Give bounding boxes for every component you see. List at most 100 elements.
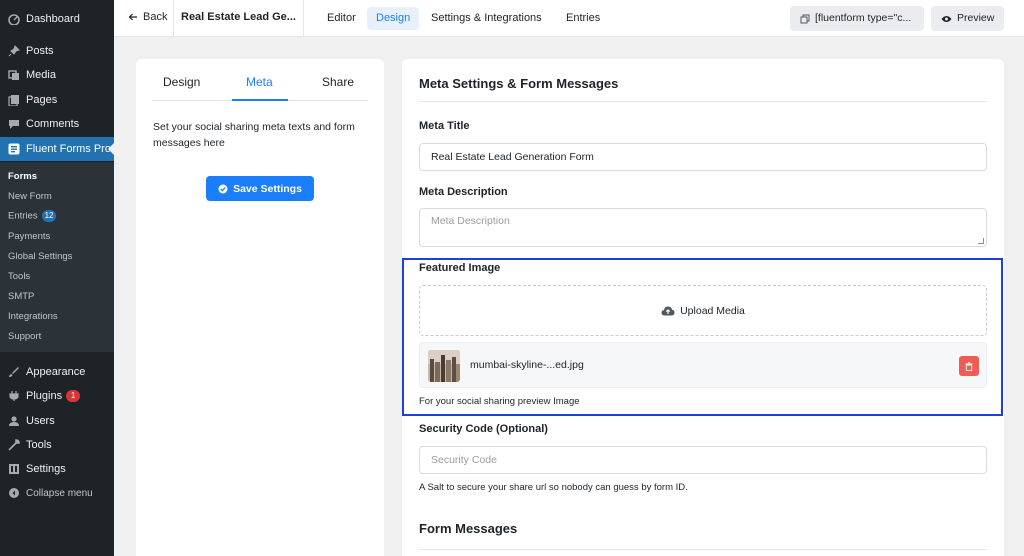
security-code-label: Security Code (Optional) [419, 423, 548, 435]
tab-meta-settings[interactable]: Meta [246, 75, 273, 89]
wp-menu-label: Settings [26, 463, 66, 475]
wp-menu-tools[interactable]: Tools [0, 433, 114, 457]
comment-icon [7, 118, 20, 131]
check-circle-icon [218, 184, 228, 194]
wp-menu-fluent-forms[interactable]: Fluent Forms Pro [0, 137, 114, 161]
save-settings-label: Save Settings [233, 182, 302, 195]
entries-count-badge: 12 [41, 210, 57, 222]
trash-icon [965, 361, 973, 371]
eye-icon [941, 15, 952, 23]
submenu-payments[interactable]: Payments [8, 231, 50, 242]
heading-divider [419, 101, 987, 102]
fluent-forms-submenu: Forms New Form Entries 12 Payments Global… [0, 162, 114, 352]
fluent-forms-icon [7, 143, 20, 156]
delete-image-button[interactable] [959, 356, 979, 376]
wp-menu-plugins[interactable]: Plugins 1 [0, 384, 114, 408]
resize-handle[interactable] [978, 238, 984, 244]
submenu-integrations[interactable]: Integrations [8, 311, 58, 322]
meta-description-placeholder: Meta Description [431, 215, 510, 227]
wp-menu-label: Dashboard [26, 13, 80, 25]
wp-menu-posts[interactable]: Posts [0, 39, 114, 63]
featured-image-highlight [402, 258, 1003, 416]
tab-design[interactable]: Design [367, 7, 420, 30]
cloud-upload-icon [661, 306, 675, 316]
active-tab-indicator [232, 99, 288, 101]
pushpin-icon [7, 45, 20, 58]
wp-menu-label: Appearance [26, 366, 86, 378]
wp-menu-label: Plugins [26, 390, 63, 402]
form-title: Real Estate Lead Ge... [181, 11, 296, 23]
dashboard-icon [7, 13, 20, 26]
wp-menu-label: Collapse menu [26, 487, 93, 499]
upload-media-dropzone[interactable]: Upload Media [419, 285, 987, 336]
media-icon [7, 69, 20, 82]
wp-menu-dashboard[interactable]: Dashboard [0, 7, 114, 31]
tab-settings-integrations[interactable]: Settings & Integrations [422, 7, 551, 30]
topbar-divider [173, 0, 174, 37]
wp-menu-media[interactable]: Media [0, 63, 114, 87]
security-code-help: A Salt to secure your share url so nobod… [419, 482, 688, 493]
wp-menu-appearance[interactable]: Appearance [0, 360, 114, 384]
back-button[interactable]: Back [128, 11, 167, 23]
wrench-icon [7, 439, 20, 452]
settings-icon [7, 463, 20, 476]
form-editor-topbar: Back Real Estate Lead Ge... Editor Desig… [114, 0, 1024, 37]
meta-description-textarea[interactable]: Meta Description [419, 208, 987, 247]
submenu-forms[interactable]: Forms [8, 171, 37, 182]
settings-left-panel: Design Meta Share Set your social sharin… [136, 59, 384, 556]
submenu-global-settings[interactable]: Global Settings [8, 251, 72, 262]
user-icon [7, 415, 20, 428]
meta-title-label: Meta Title [419, 120, 470, 132]
wp-admin-sidebar: Dashboard Posts Media Pages Comments Flu… [0, 0, 114, 556]
submenu-entries-label: Entries [8, 210, 38, 222]
form-messages-divider [419, 549, 987, 550]
submenu-smtp[interactable]: SMTP [8, 291, 34, 302]
preview-label: Preview [957, 12, 995, 24]
uploaded-file-row: mumbai-skyline-...ed.jpg [419, 342, 987, 388]
image-thumbnail [428, 350, 460, 382]
wp-menu-users[interactable]: Users [0, 409, 114, 433]
preview-button[interactable]: Preview [931, 6, 1004, 31]
featured-image-help: For your social sharing preview Image [419, 396, 580, 407]
wp-menu-label: Comments [26, 118, 80, 130]
meta-description-label: Meta Description [419, 186, 508, 198]
submenu-entries[interactable]: Entries 12 [8, 210, 57, 222]
wp-menu-label: Users [26, 415, 55, 427]
upload-media-label: Upload Media [680, 304, 745, 317]
back-label: Back [143, 11, 168, 23]
arrow-left-icon [128, 12, 138, 22]
wp-menu-label: Pages [26, 94, 58, 106]
security-code-input[interactable]: Security Code [419, 446, 987, 474]
tab-share-settings[interactable]: Share [322, 75, 354, 89]
plugin-icon [7, 390, 20, 403]
wp-collapse-menu[interactable]: Collapse menu [0, 481, 114, 505]
wp-menu-label: Fluent Forms Pro [26, 143, 111, 155]
meta-settings-panel: Meta Settings & Form Messages Meta Title… [402, 59, 1004, 556]
paintbrush-icon [7, 366, 20, 379]
wp-menu-comments[interactable]: Comments [0, 112, 114, 136]
copy-icon [800, 14, 810, 24]
meta-title-input[interactable]: Real Estate Lead Generation Form [419, 143, 987, 171]
shortcode-text: [fluentform type="c... [815, 12, 912, 24]
wp-menu-label: Posts [26, 45, 54, 57]
shortcode-copy-button[interactable]: [fluentform type="c... [790, 6, 924, 31]
submenu-new-form[interactable]: New Form [8, 191, 52, 202]
file-name: mumbai-skyline-...ed.jpg [470, 359, 584, 371]
wp-menu-pages[interactable]: Pages [0, 88, 114, 112]
submenu-support[interactable]: Support [8, 331, 41, 342]
topbar-divider [303, 0, 304, 37]
submenu-tools[interactable]: Tools [8, 271, 30, 282]
wp-menu-settings[interactable]: Settings [0, 457, 114, 481]
panel-heading: Meta Settings & Form Messages [419, 76, 619, 91]
wp-menu-label: Media [26, 69, 56, 81]
meta-description-text: Set your social sharing meta texts and f… [153, 121, 355, 149]
tab-entries[interactable]: Entries [557, 7, 609, 30]
tab-design-settings[interactable]: Design [163, 75, 200, 89]
save-settings-button[interactable]: Save Settings [206, 176, 314, 201]
collapse-arrow-icon [7, 487, 20, 500]
pages-icon [7, 94, 20, 107]
plugins-update-badge: 1 [66, 390, 81, 402]
featured-image-label: Featured Image [419, 262, 501, 274]
tab-editor[interactable]: Editor [318, 7, 365, 30]
form-messages-heading: Form Messages [419, 521, 518, 536]
